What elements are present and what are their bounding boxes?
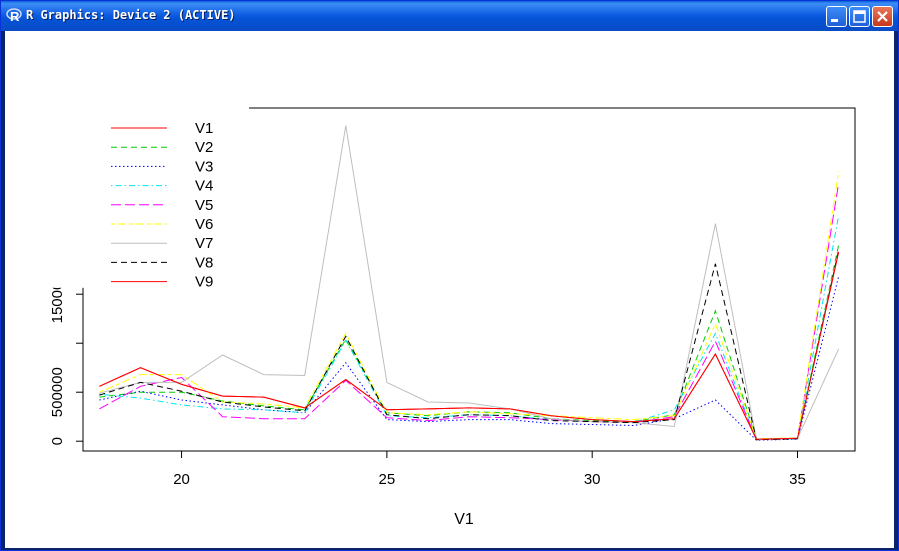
- minimize-button[interactable]: [826, 6, 847, 27]
- legend-label: V6: [195, 216, 213, 233]
- close-icon: [877, 11, 888, 22]
- legend-label: V9: [195, 274, 213, 291]
- legend-label: V3: [195, 158, 213, 175]
- window-title: R Graphics: Device 2 (ACTIVE): [26, 8, 236, 22]
- svg-text:R: R: [10, 9, 20, 23]
- legend-box: [27, 99, 249, 288]
- plot-area: 20253035050000015000002500000 V1V2V3V4V5…: [5, 31, 894, 548]
- legend-label: V7: [195, 235, 213, 252]
- line-chart: 20253035050000015000002500000 V1V2V3V4V5…: [27, 99, 856, 528]
- legend-label: V4: [195, 178, 213, 195]
- x-axis-label: V1: [454, 511, 474, 528]
- x-tick-label: 30: [584, 471, 601, 488]
- close-button[interactable]: [872, 6, 893, 27]
- x-tick-label: 20: [173, 471, 190, 488]
- x-tick-label: 25: [379, 471, 396, 488]
- y-tick-label: 500000: [49, 367, 66, 417]
- x-tick-label: 35: [789, 471, 806, 488]
- r-logo-icon: R: [6, 8, 22, 23]
- title-bar[interactable]: R R Graphics: Device 2 (ACTIVE): [1, 1, 898, 31]
- legend-label: V1: [195, 120, 213, 137]
- minimize-icon: [831, 19, 838, 22]
- maximize-button[interactable]: [849, 6, 870, 27]
- maximize-icon: [853, 10, 866, 23]
- legend-label: V8: [195, 254, 213, 271]
- y-tick-label: 0: [49, 437, 66, 445]
- r-graphics-window: R R Graphics: Device 2 (ACTIVE) 20 25 30 35…: [0, 0, 899, 551]
- legend-label: V5: [195, 197, 213, 214]
- legend-label: V2: [195, 139, 213, 156]
